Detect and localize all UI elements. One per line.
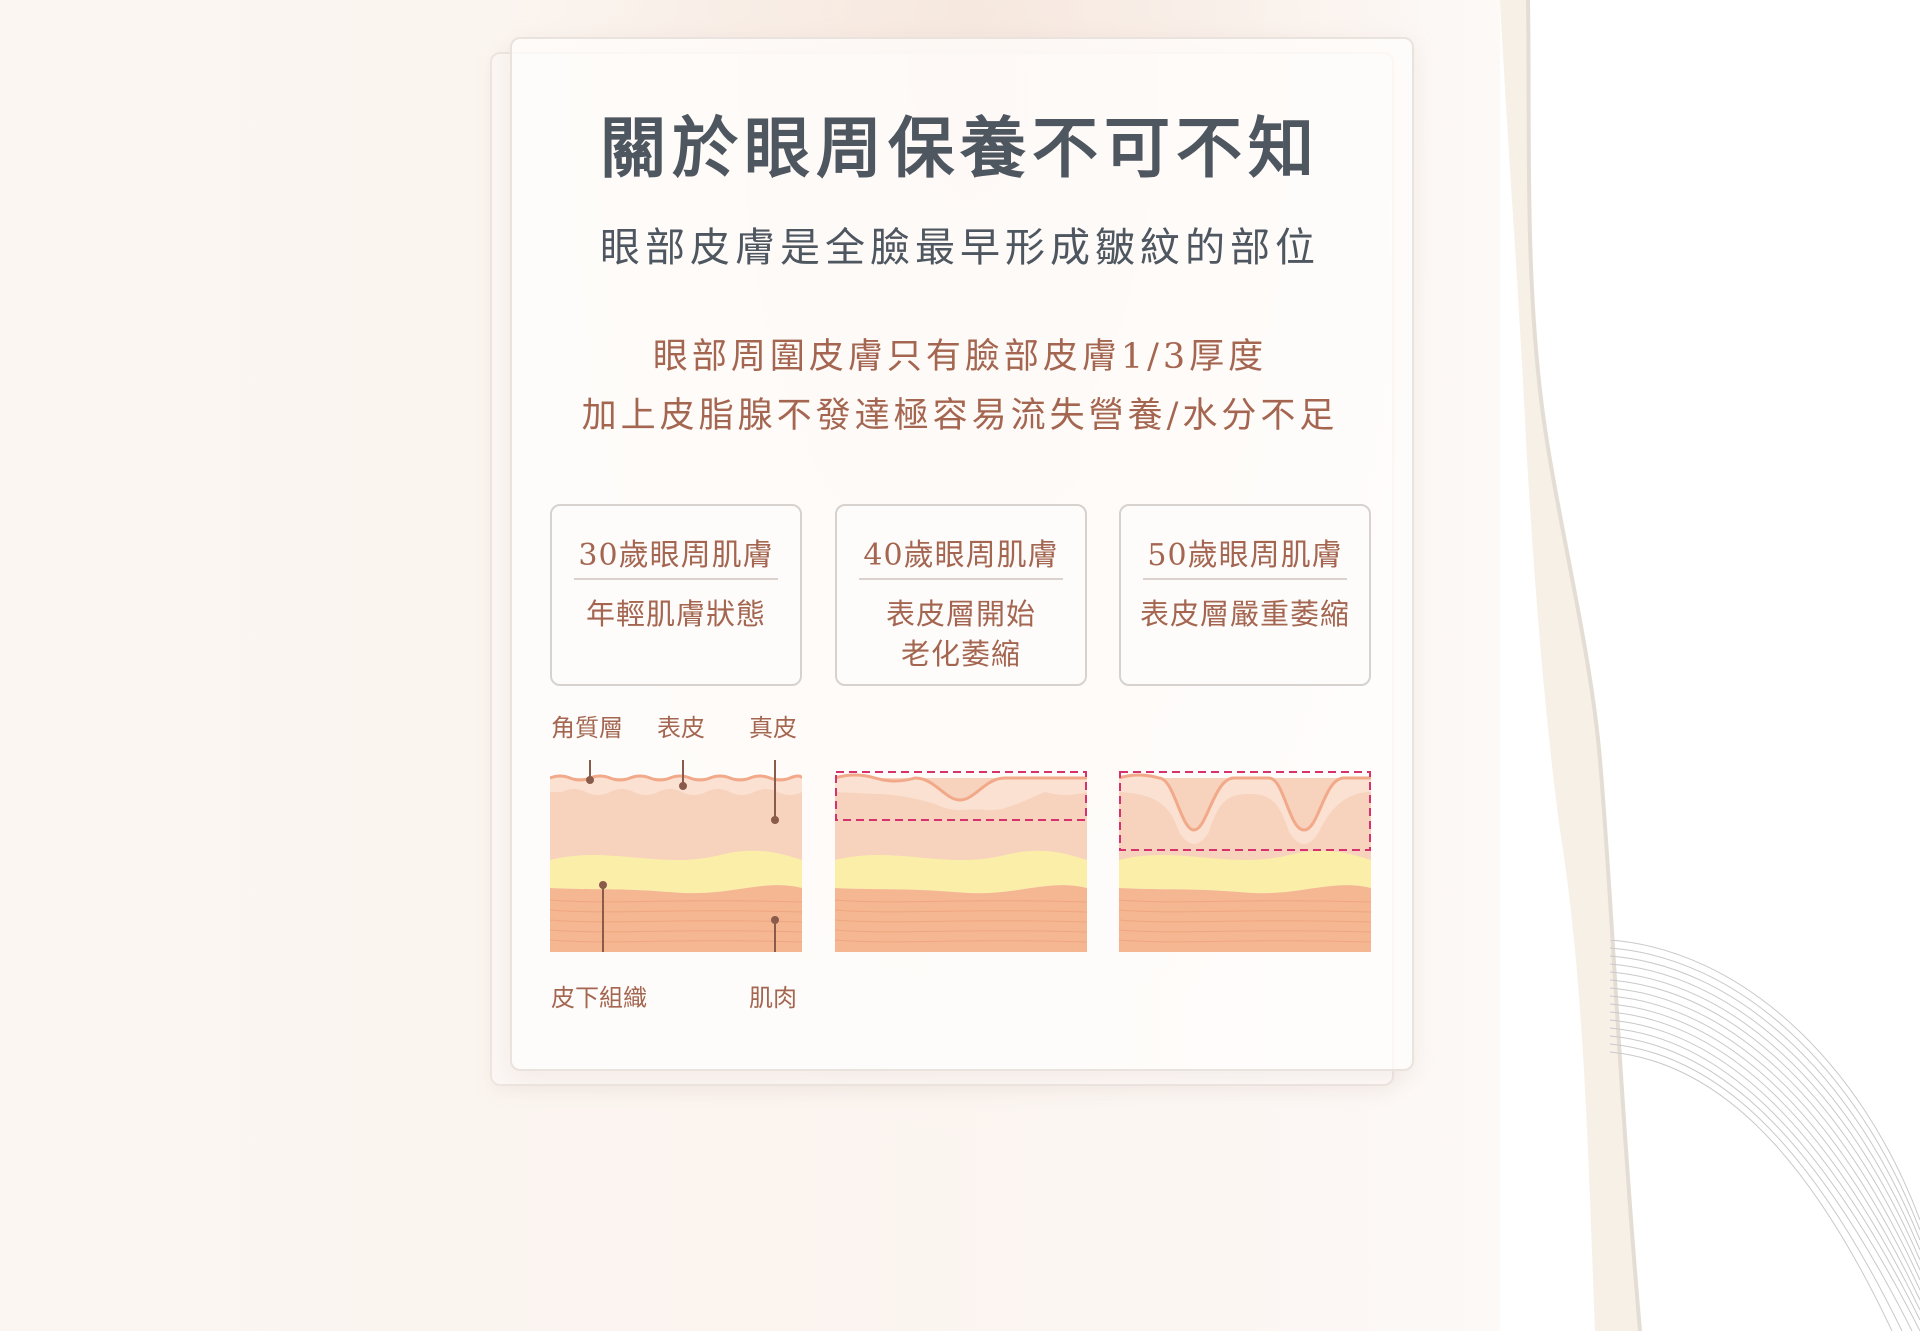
skin-diagram-30: [550, 760, 802, 952]
stage-card-40: 40歲眼周肌膚 表皮層開始 老化萎縮: [835, 504, 1087, 686]
label-stratum-corneum: 角質層: [551, 714, 623, 742]
skin-diagram-50: [1119, 771, 1371, 952]
stage-card-50: 50歲眼周肌膚 表皮層嚴重萎縮: [1119, 504, 1371, 686]
stage-card-30: 30歲眼周肌膚 年輕肌膚狀態: [550, 504, 802, 686]
stage-age: 30歲眼周肌膚: [578, 538, 774, 573]
label-epidermis: 表皮: [657, 714, 705, 742]
stage-age: 50歲眼周肌膚: [1147, 538, 1343, 573]
stage-desc: 表皮層開始 老化萎縮: [885, 597, 1036, 671]
description-line-1: 眼部周圍皮膚只有臉部皮膚1/3厚度: [652, 337, 1268, 377]
subtitle: 眼部皮膚是全臉最早形成皺紋的部位: [600, 225, 1320, 271]
stage-desc: 年輕肌膚狀態: [585, 597, 766, 631]
label-subcutaneous: 皮下組織: [551, 984, 647, 1012]
stage-age: 40歲眼周肌膚: [863, 538, 1059, 573]
stage-divider: [574, 578, 778, 580]
label-muscle: 肌肉: [749, 984, 797, 1012]
description-line-2: 加上皮脂腺不發達極容易流失營養/水分不足: [581, 396, 1339, 436]
page-title: 關於眼周保養不可不知: [600, 109, 1320, 187]
label-dermis: 真皮: [749, 714, 797, 742]
stage-divider: [1143, 578, 1347, 580]
line-pattern-decoration: [1609, 940, 1920, 1331]
stage-divider: [859, 578, 1063, 580]
stage-desc: 表皮層嚴重萎縮: [1139, 597, 1350, 631]
skin-diagram-40: [835, 771, 1087, 952]
